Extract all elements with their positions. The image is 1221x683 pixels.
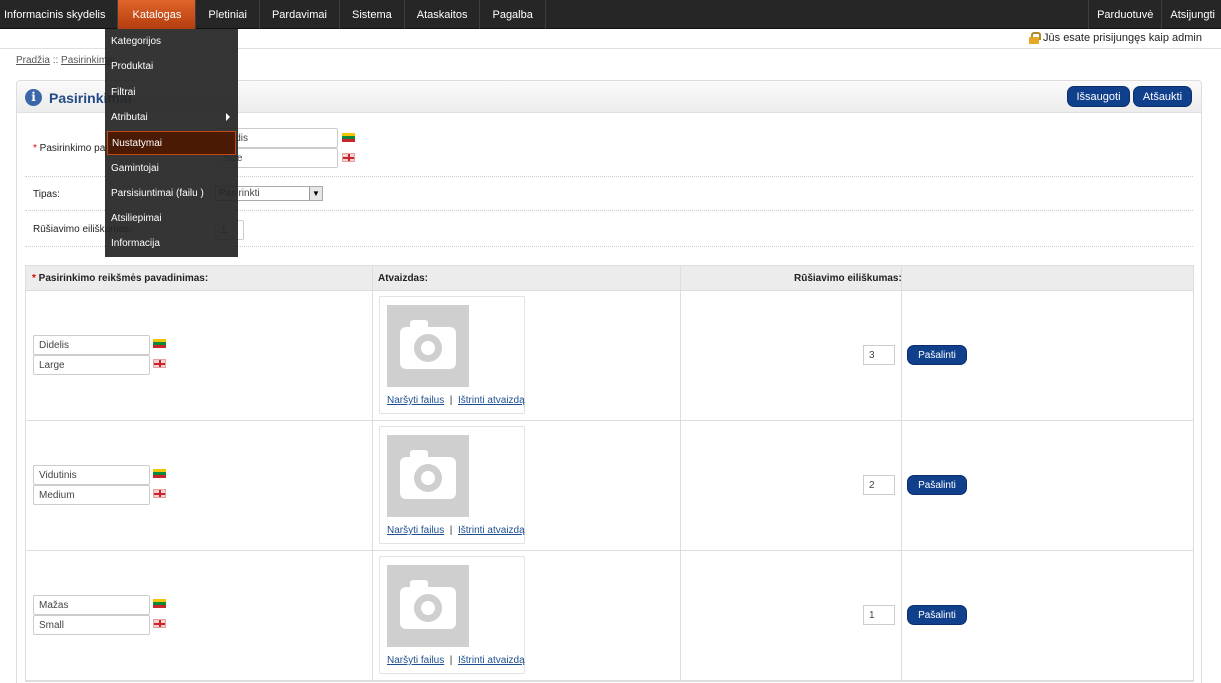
value-name-lt-input[interactable] [33, 595, 150, 615]
england-flag-icon [153, 489, 166, 498]
image-links: Naršyti failus | Ištrinti atvaizdą [387, 655, 525, 666]
cancel-button[interactable]: Atšaukti [1133, 86, 1192, 107]
login-text: Jūs esate prisijungęs kaip admin [1043, 32, 1202, 44]
menu-item-products[interactable]: Produktai [105, 54, 238, 78]
menu-item-categories[interactable]: Kategorijos [105, 29, 238, 53]
browse-files-link[interactable]: Naršyti failus [387, 655, 444, 666]
chevron-down-icon: ▼ [309, 187, 322, 200]
england-flag-icon [153, 359, 166, 368]
nav-system[interactable]: Sistema [340, 0, 405, 29]
delete-image-link[interactable]: Ištrinti atvaizdą [458, 655, 525, 666]
image-box: Naršyti failus | Ištrinti atvaizdą [379, 426, 525, 544]
breadcrumb: Pradžia :: Pasirinkimai [16, 55, 115, 66]
nav-dashboard[interactable]: Informacinis skydelis [0, 0, 119, 29]
catalog-dropdown-menu: Kategorijos Produktai Filtrai Atributai … [105, 29, 238, 257]
image-box: Naršyti failus | Ištrinti atvaizdą [379, 556, 525, 674]
delete-image-link[interactable]: Ištrinti atvaizdą [458, 525, 525, 536]
image-box: Naršyti failus | Ištrinti atvaizdą [379, 296, 525, 414]
info-icon: i [25, 89, 42, 106]
value-sort-input[interactable] [863, 345, 895, 365]
option-values-table: * Pasirinkimo reikšmės pavadinimas: Atva… [25, 265, 1194, 682]
value-name-en-input[interactable] [33, 485, 150, 505]
submenu-arrow-icon [226, 113, 230, 121]
nav-reports[interactable]: Ataskaitos [405, 0, 481, 29]
image-placeholder[interactable] [387, 305, 469, 387]
table-row: Naršyti failus | Ištrinti atvaizdą Pašal… [26, 291, 1193, 421]
lithuania-flag-icon [153, 339, 166, 348]
menu-item-filters[interactable]: Filtrai [105, 80, 238, 104]
remove-button[interactable]: Pašalinti [907, 605, 967, 625]
image-placeholder[interactable] [387, 435, 469, 517]
column-header-image: Atvaizdas: [378, 273, 429, 284]
nav-extensions[interactable]: Pletiniai [196, 0, 260, 29]
breadcrumb-separator: :: [52, 55, 59, 66]
menu-item-reviews[interactable]: Atsiliepimai [105, 206, 238, 230]
browse-files-link[interactable]: Naršyti failus [387, 525, 444, 536]
england-flag-icon [342, 153, 355, 162]
nav-store[interactable]: Parduotuvė [1088, 0, 1161, 29]
option-type-label: Tipas: [33, 189, 60, 200]
lock-icon [1029, 32, 1042, 44]
remove-button[interactable]: Pašalinti [907, 345, 967, 365]
browse-files-link[interactable]: Naršyti failus [387, 395, 444, 406]
login-status: Jūs esate prisijungęs kaip admin [1029, 32, 1202, 44]
value-name-lt-input[interactable] [33, 335, 150, 355]
value-sort-input[interactable] [863, 605, 895, 625]
nav-help[interactable]: Pagalba [480, 0, 546, 29]
column-header-name: * Pasirinkimo reikšmės pavadinimas: [32, 273, 209, 284]
value-sort-input[interactable] [863, 475, 895, 495]
camera-icon [400, 457, 456, 499]
table-row: Naršyti failus | Ištrinti atvaizdą Pašal… [26, 551, 1193, 681]
england-flag-icon [153, 619, 166, 628]
image-links: Naršyti failus | Ištrinti atvaizdą [387, 395, 525, 406]
menu-item-attributes[interactable]: Atributai [105, 105, 238, 129]
image-placeholder[interactable] [387, 565, 469, 647]
menu-item-information[interactable]: Informacija [105, 231, 238, 255]
remove-button[interactable]: Pašalinti [907, 475, 967, 495]
menu-item-manufacturers[interactable]: Gamintojai [105, 156, 238, 180]
nav-logout[interactable]: Atsijungti [1161, 0, 1221, 29]
menu-item-downloads[interactable]: Parsisiuntimai (failu ) [105, 181, 238, 205]
save-button[interactable]: Išsaugoti [1067, 86, 1130, 107]
lithuania-flag-icon [153, 599, 166, 608]
value-name-en-input[interactable] [33, 615, 150, 635]
nav-catalog[interactable]: Katalogas [118, 0, 197, 29]
camera-icon [400, 587, 456, 629]
value-name-en-input[interactable] [33, 355, 150, 375]
table-header: * Pasirinkimo reikšmės pavadinimas: Atva… [26, 266, 1193, 291]
breadcrumb-home[interactable]: Pradžia [16, 55, 50, 66]
delete-image-link[interactable]: Ištrinti atvaizdą [458, 395, 525, 406]
lithuania-flag-icon [153, 469, 166, 478]
value-name-lt-input[interactable] [33, 465, 150, 485]
image-links: Naršyti failus | Ištrinti atvaizdą [387, 525, 525, 536]
column-header-sort: Rūšiavimo eiliškumas: [794, 273, 902, 284]
camera-icon [400, 327, 456, 369]
table-row: Naršyti failus | Ištrinti atvaizdą Pašal… [26, 421, 1193, 551]
nav-sales[interactable]: Pardavimai [260, 0, 340, 29]
menu-item-options[interactable]: Nustatymai [107, 131, 236, 155]
top-navigation: Informacinis skydelis Katalogas Pletinia… [0, 0, 1221, 29]
lithuania-flag-icon [342, 133, 355, 142]
